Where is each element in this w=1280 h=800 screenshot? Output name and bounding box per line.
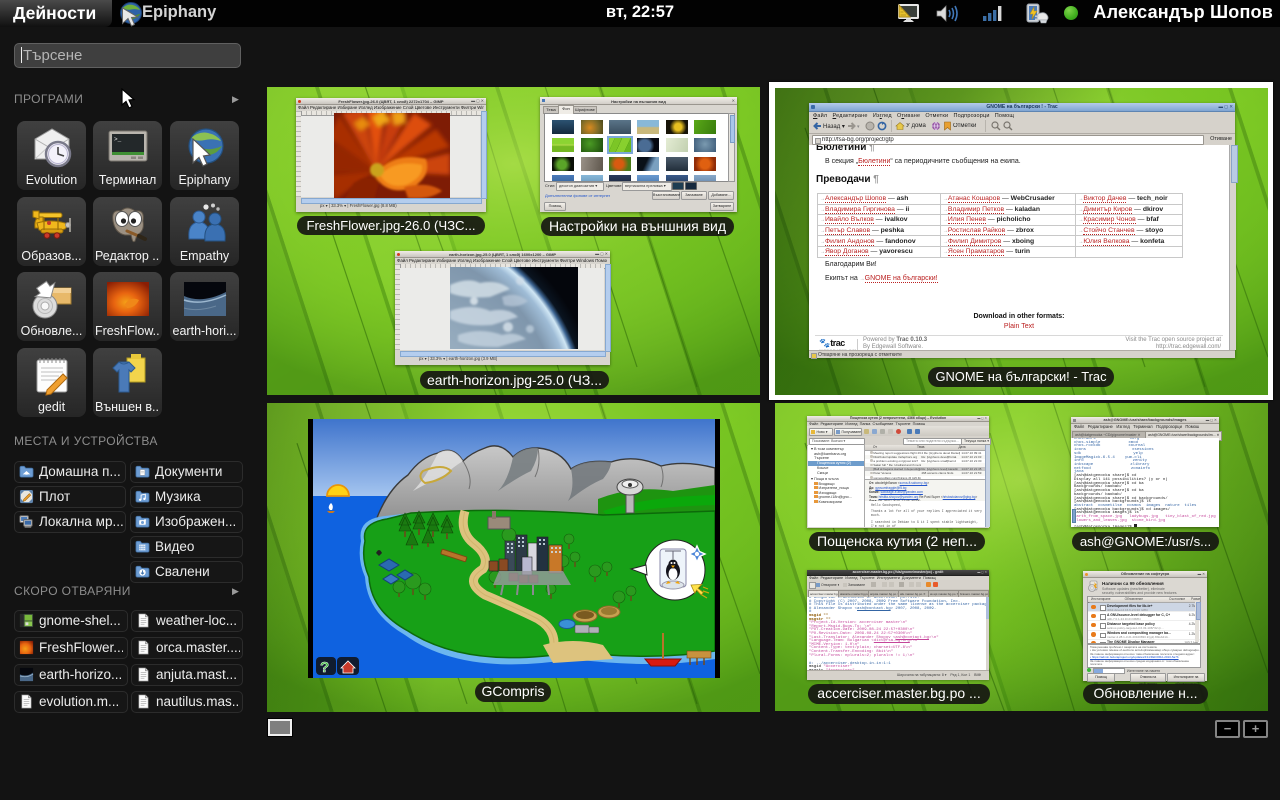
svg-text:?: ? [320, 659, 329, 676]
svg-text:>_: >_ [114, 136, 122, 143]
